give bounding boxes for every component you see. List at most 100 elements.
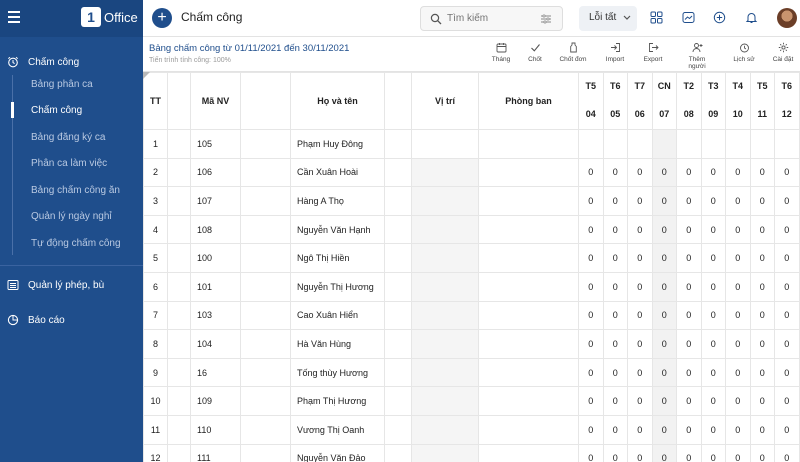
sidebar-item-cham-cong[interactable]: Chấm công	[31, 105, 82, 116]
day-cell[interactable]: 0	[774, 243, 800, 273]
day-cell[interactable]: 0	[725, 386, 751, 416]
day-cell[interactable]	[749, 129, 775, 159]
department-cell[interactable]	[478, 357, 579, 388]
position-cell[interactable]	[411, 414, 479, 445]
day-cell[interactable]: 0	[676, 300, 702, 331]
employee-name[interactable]: Tống thùy Hương	[290, 357, 385, 388]
day-cell[interactable]	[725, 129, 751, 159]
day-cell[interactable]: 0	[578, 271, 604, 302]
day-cell[interactable]: 0	[700, 443, 726, 462]
sidebar-item-phan-ca-lam-viec[interactable]: Phân ca làm việc	[31, 158, 107, 169]
day-cell[interactable]: 0	[749, 414, 775, 445]
day-cell[interactable]: 0	[774, 186, 800, 216]
department-cell[interactable]	[478, 186, 579, 216]
day-cell[interactable]: 0	[578, 386, 604, 416]
day-cell[interactable]: 0	[725, 243, 751, 273]
day-cell[interactable]: 0	[651, 214, 677, 245]
day-cell[interactable]: 0	[676, 271, 702, 302]
day-cell[interactable]: 0	[602, 414, 628, 445]
day-cell[interactable]: 0	[774, 386, 800, 416]
day-cell[interactable]: 0	[578, 329, 604, 359]
grid-icon[interactable]	[650, 11, 663, 24]
day-cell[interactable]: 0	[627, 157, 653, 188]
export-button[interactable]: Export	[636, 42, 670, 63]
day-cell[interactable]: 0	[749, 271, 775, 302]
day-cell[interactable]: 0	[700, 300, 726, 331]
employee-name[interactable]: Hàng A Thọ	[290, 186, 385, 216]
day-cell[interactable]: 0	[627, 443, 653, 462]
department-cell[interactable]	[478, 271, 579, 302]
day-cell[interactable]: 0	[676, 243, 702, 273]
day-cell[interactable]: 0	[676, 329, 702, 359]
day-cell[interactable]	[774, 129, 800, 159]
position-cell[interactable]	[411, 357, 479, 388]
day-cell[interactable]: 0	[578, 186, 604, 216]
employee-name[interactable]: Nguyễn Thị Hương	[290, 271, 385, 302]
day-cell[interactable]: 0	[651, 357, 677, 388]
table-row[interactable]: 5 100 Ngô Thị Hiền 0 0 0 0 0 0 0 0 0	[143, 243, 800, 273]
employee-name[interactable]: Phạm Thị Hương	[290, 386, 385, 416]
position-cell[interactable]	[411, 186, 479, 216]
day-cell[interactable]: 0	[602, 300, 628, 331]
department-cell[interactable]	[478, 329, 579, 359]
day-cell[interactable]: 0	[749, 157, 775, 188]
position-cell[interactable]	[411, 129, 479, 159]
col-header-day[interactable]: T3 09	[700, 72, 726, 130]
day-cell[interactable]: 0	[602, 386, 628, 416]
day-cell[interactable]: 0	[627, 414, 653, 445]
col-header-department[interactable]: Phòng ban	[478, 72, 579, 130]
position-cell[interactable]	[411, 300, 479, 331]
day-cell[interactable]: 0	[651, 300, 677, 331]
day-cell[interactable]: 0	[602, 357, 628, 388]
day-cell[interactable]	[700, 129, 726, 159]
day-cell[interactable]: 0	[676, 443, 702, 462]
table-row[interactable]: 2 106 Cần Xuân Hoài 0 0 0 0 0 0 0 0 0	[143, 157, 800, 188]
sidebar-item-quan-ly-ngay-nghi[interactable]: Quản lý ngày nghỉ	[31, 211, 112, 222]
day-cell[interactable]: 0	[651, 186, 677, 216]
day-cell[interactable]: 0	[651, 157, 677, 188]
department-cell[interactable]	[478, 243, 579, 273]
table-row[interactable]: 9 16 Tống thùy Hương 0 0 0 0 0 0 0 0 0	[143, 357, 800, 388]
month-button[interactable]: Tháng	[484, 42, 518, 63]
day-cell[interactable]: 0	[578, 414, 604, 445]
day-cell[interactable]: 0	[676, 214, 702, 245]
department-cell[interactable]	[478, 157, 579, 188]
day-cell[interactable]: 0	[627, 271, 653, 302]
chart-icon[interactable]	[682, 11, 695, 24]
errors-dropdown[interactable]: Lỗi tất	[579, 6, 637, 31]
col-header-day[interactable]: T6 05	[602, 72, 628, 130]
department-cell[interactable]	[478, 214, 579, 245]
day-cell[interactable]: 0	[627, 386, 653, 416]
day-cell[interactable]	[627, 129, 653, 159]
day-cell[interactable]: 0	[749, 186, 775, 216]
day-cell[interactable]: 0	[700, 214, 726, 245]
day-cell[interactable]: 0	[725, 157, 751, 188]
day-cell[interactable]: 0	[700, 157, 726, 188]
day-cell[interactable]: 0	[602, 157, 628, 188]
table-row[interactable]: 7 103 Cao Xuân Hiển 0 0 0 0 0 0 0 0 0	[143, 300, 800, 331]
day-cell[interactable]: 0	[578, 214, 604, 245]
day-cell[interactable]: 0	[749, 357, 775, 388]
col-header-day[interactable]: CN 07	[651, 72, 677, 130]
day-cell[interactable]: 0	[700, 386, 726, 416]
col-header-day[interactable]: T2 08	[676, 72, 702, 130]
department-cell[interactable]	[478, 386, 579, 416]
day-cell[interactable]: 0	[602, 243, 628, 273]
department-cell[interactable]	[478, 443, 579, 462]
employee-name[interactable]: Nguyễn Văn Đảo	[290, 443, 385, 462]
day-cell[interactable]: 0	[725, 300, 751, 331]
employee-name[interactable]: Cao Xuân Hiển	[290, 300, 385, 331]
col-header-tt[interactable]: TT	[143, 72, 168, 130]
menu-icon[interactable]	[8, 11, 20, 23]
col-header-position[interactable]: Vị trí	[411, 72, 479, 130]
day-cell[interactable]: 0	[602, 186, 628, 216]
day-cell[interactable]: 0	[651, 271, 677, 302]
day-cell[interactable]: 0	[725, 214, 751, 245]
position-cell[interactable]	[411, 443, 479, 462]
day-cell[interactable]	[651, 129, 677, 159]
day-cell[interactable]: 0	[676, 414, 702, 445]
day-cell[interactable]: 0	[651, 243, 677, 273]
day-cell[interactable]: 0	[774, 357, 800, 388]
add-person-button[interactable]: Thêm người	[680, 42, 714, 70]
day-cell[interactable]: 0	[725, 271, 751, 302]
